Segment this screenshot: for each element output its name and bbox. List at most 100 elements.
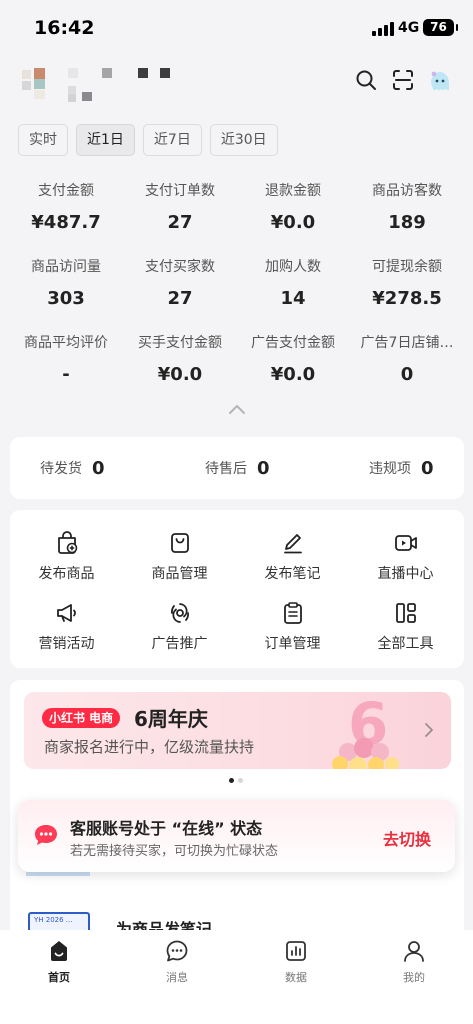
tool-order-management[interactable]: 订单管理 bbox=[236, 600, 349, 653]
tool-label: 订单管理 bbox=[264, 636, 321, 652]
tool-marketing[interactable]: 营销活动 bbox=[10, 600, 123, 653]
nav-data[interactable]: 数据 bbox=[237, 938, 355, 985]
header bbox=[0, 56, 473, 116]
nav-label: 数据 bbox=[285, 971, 307, 984]
pending-to-ship[interactable]: 待发货 0 bbox=[40, 457, 105, 479]
publish-product-icon bbox=[57, 531, 77, 554]
pen-icon bbox=[283, 534, 302, 554]
live-camera-icon bbox=[394, 535, 417, 551]
metric-value: 27 bbox=[167, 288, 193, 309]
metric-value: 303 bbox=[47, 288, 85, 309]
data-chart-icon bbox=[286, 941, 306, 961]
tool-ad-promotion[interactable]: 广告推广 bbox=[123, 600, 236, 653]
grid-tools-icon bbox=[395, 603, 416, 623]
tool-label: 发布商品 bbox=[38, 566, 95, 582]
store-avatar[interactable] bbox=[22, 68, 50, 108]
metric-avg-rating[interactable]: 商品平均评价 - bbox=[7, 332, 125, 385]
metric-label: 商品访客数 bbox=[372, 183, 442, 199]
search-icon[interactable] bbox=[354, 68, 378, 92]
banner-title: 6周年庆 bbox=[134, 707, 208, 731]
metric-ad-7day-store[interactable]: 广告7日店铺… 0 bbox=[348, 332, 466, 385]
nav-label: 首页 bbox=[48, 971, 70, 984]
tool-label: 全部工具 bbox=[377, 636, 434, 652]
metric-product-visitors[interactable]: 商品访客数 189 bbox=[348, 180, 466, 233]
status-time: 16:42 bbox=[34, 17, 95, 39]
metric-value: ¥0.0 bbox=[270, 364, 316, 385]
metric-label: 支付订单数 bbox=[145, 183, 215, 199]
metric-withdrawable-balance[interactable]: 可提现余额 ¥278.5 bbox=[348, 256, 466, 309]
metric-label: 退款金额 bbox=[265, 183, 321, 199]
megaphone-icon bbox=[56, 604, 76, 622]
brand-badge: 小红书 电商 bbox=[42, 708, 121, 728]
chevron-right-icon bbox=[425, 723, 433, 737]
metric-value: 27 bbox=[167, 212, 193, 233]
tab-last-7-days[interactable]: 近7日 bbox=[142, 124, 202, 156]
metric-refund-amount[interactable]: 退款金额 ¥0.0 bbox=[234, 180, 352, 233]
metric-label: 商品平均评价 bbox=[24, 335, 108, 351]
chat-bubble-icon bbox=[35, 825, 57, 845]
store-name bbox=[68, 68, 188, 104]
tool-label: 商品管理 bbox=[151, 566, 208, 582]
metric-paying-buyers[interactable]: 支付买家数 27 bbox=[121, 256, 239, 309]
banner-pagination bbox=[229, 778, 249, 784]
tab-last-1-day[interactable]: 近1日 bbox=[76, 124, 135, 156]
anniversary-banner[interactable]: 小红书 电商 6周年庆 商家报名进行中，亿级流量扶持 6 bbox=[24, 692, 451, 769]
toast-subtitle: 若无需接待买家，可切换为忙碌状态 bbox=[70, 844, 279, 859]
metric-label: 加购人数 bbox=[265, 259, 321, 275]
pending-count: 0 bbox=[257, 458, 270, 479]
metric-label: 广告7日店铺… bbox=[360, 335, 454, 351]
feed-item-title[interactable]: 为商品发笔记 bbox=[116, 916, 212, 930]
metric-ad-payment-amount[interactable]: 广告支付金额 ¥0.0 bbox=[234, 332, 352, 385]
pending-after-sales[interactable]: 待售后 0 bbox=[205, 457, 270, 479]
message-icon bbox=[166, 940, 188, 962]
tool-all-tools[interactable]: 全部工具 bbox=[349, 600, 462, 653]
nav-home[interactable]: 首页 bbox=[0, 938, 118, 985]
pending-count: 0 bbox=[92, 458, 105, 479]
banner-subtitle: 商家报名进行中，亿级流量扶持 bbox=[44, 738, 255, 756]
metric-payment-amount[interactable]: 支付金额 ¥487.7 bbox=[7, 180, 125, 233]
tool-label: 直播中心 bbox=[377, 566, 434, 582]
pending-label: 待发货 bbox=[40, 461, 82, 477]
profile-icon bbox=[404, 941, 424, 962]
metric-product-views[interactable]: 商品访问量 303 bbox=[7, 256, 125, 309]
assistant-avatar-icon[interactable] bbox=[427, 68, 453, 94]
tool-product-management[interactable]: 商品管理 bbox=[123, 530, 236, 583]
home-icon bbox=[51, 941, 67, 961]
battery-icon: 76 bbox=[423, 19, 458, 36]
date-range-tabs: 实时 近1日 近7日 近30日 bbox=[18, 124, 278, 156]
metric-add-to-cart-users[interactable]: 加购人数 14 bbox=[234, 256, 352, 309]
metric-value: - bbox=[62, 364, 70, 385]
tool-live-center[interactable]: 直播中心 bbox=[349, 530, 462, 583]
ad-promo-icon bbox=[170, 603, 189, 623]
metric-label: 支付买家数 bbox=[145, 259, 215, 275]
nav-label: 消息 bbox=[166, 971, 188, 984]
tab-realtime[interactable]: 实时 bbox=[18, 124, 68, 156]
pending-tasks-card: 待发货 0 待售后 0 违规项 0 bbox=[10, 437, 464, 499]
metric-value: ¥278.5 bbox=[372, 288, 442, 309]
tab-last-30-days[interactable]: 近30日 bbox=[209, 124, 278, 156]
metric-value: 0 bbox=[400, 364, 414, 385]
tool-publish-note[interactable]: 发布笔记 bbox=[236, 530, 349, 583]
metric-buyer-payment-amount[interactable]: 买手支付金额 ¥0.0 bbox=[121, 332, 239, 385]
metric-value: ¥0.0 bbox=[270, 212, 316, 233]
metric-label: 可提现余额 bbox=[372, 259, 442, 275]
nav-profile[interactable]: 我的 bbox=[355, 938, 473, 985]
metric-value: 189 bbox=[388, 212, 426, 233]
switch-status-button[interactable]: 去切换 bbox=[383, 826, 431, 850]
nav-messages[interactable]: 消息 bbox=[118, 938, 236, 985]
toast-title: 客服账号处于 “在线” 状态 bbox=[70, 819, 263, 838]
feed-thumb-edge bbox=[26, 872, 90, 876]
pending-violations[interactable]: 违规项 0 bbox=[369, 457, 434, 479]
bottom-tab-bar: 首页 消息 数据 我的 bbox=[0, 930, 473, 1024]
network-type: 4G bbox=[398, 20, 420, 36]
metric-label: 广告支付金额 bbox=[251, 335, 335, 351]
tool-label: 广告推广 bbox=[151, 636, 208, 652]
tool-publish-product[interactable]: 发布商品 bbox=[10, 530, 123, 583]
pagination-dot bbox=[238, 778, 243, 783]
metric-label: 商品访问量 bbox=[31, 259, 101, 275]
collapse-chevron-up-icon[interactable] bbox=[227, 402, 247, 416]
feed-thumbnail[interactable]: YH 2026 ... bbox=[28, 912, 90, 930]
metric-paid-orders[interactable]: 支付订单数 27 bbox=[121, 180, 239, 233]
scan-icon[interactable] bbox=[391, 68, 415, 92]
signal-icon bbox=[372, 22, 394, 36]
